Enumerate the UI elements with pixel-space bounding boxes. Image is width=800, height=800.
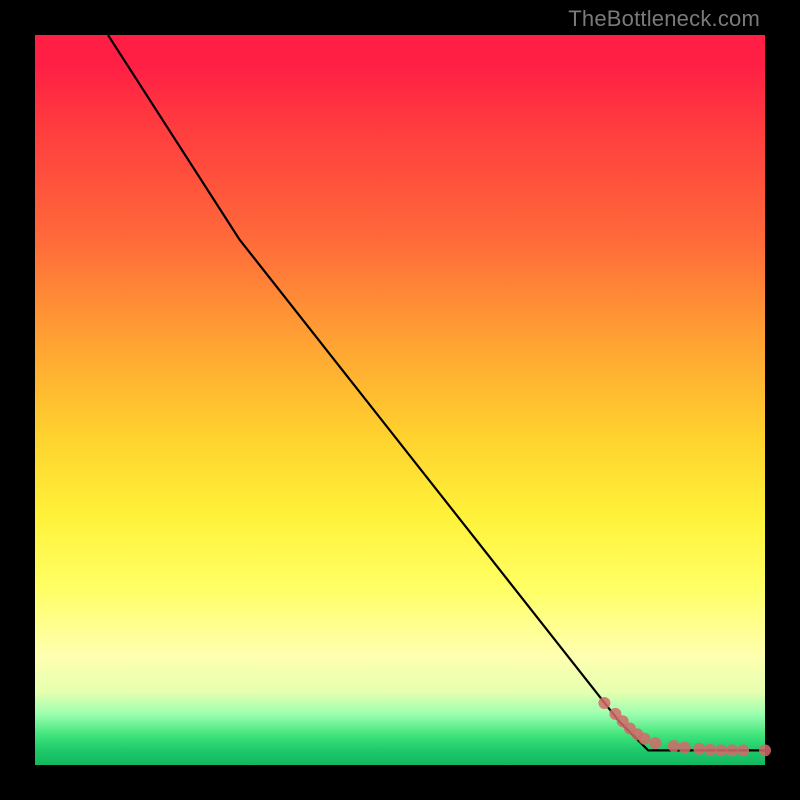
scatter-point — [679, 742, 691, 754]
scatter-point — [704, 744, 716, 756]
scatter-point — [598, 697, 610, 709]
scatter-points — [598, 697, 771, 756]
scatter-point — [715, 744, 727, 756]
scatter-point — [726, 744, 738, 756]
scatter-point — [668, 740, 680, 752]
scatter-point — [639, 733, 651, 745]
curve-line — [108, 35, 765, 750]
scatter-point — [759, 744, 771, 756]
scatter-point — [650, 737, 662, 749]
curve-polyline — [108, 35, 765, 750]
chart-frame: TheBottleneck.com — [0, 0, 800, 800]
chart-overlay — [35, 35, 765, 765]
scatter-point — [693, 743, 705, 755]
scatter-point — [737, 744, 749, 756]
watermark-text: TheBottleneck.com — [568, 6, 760, 32]
